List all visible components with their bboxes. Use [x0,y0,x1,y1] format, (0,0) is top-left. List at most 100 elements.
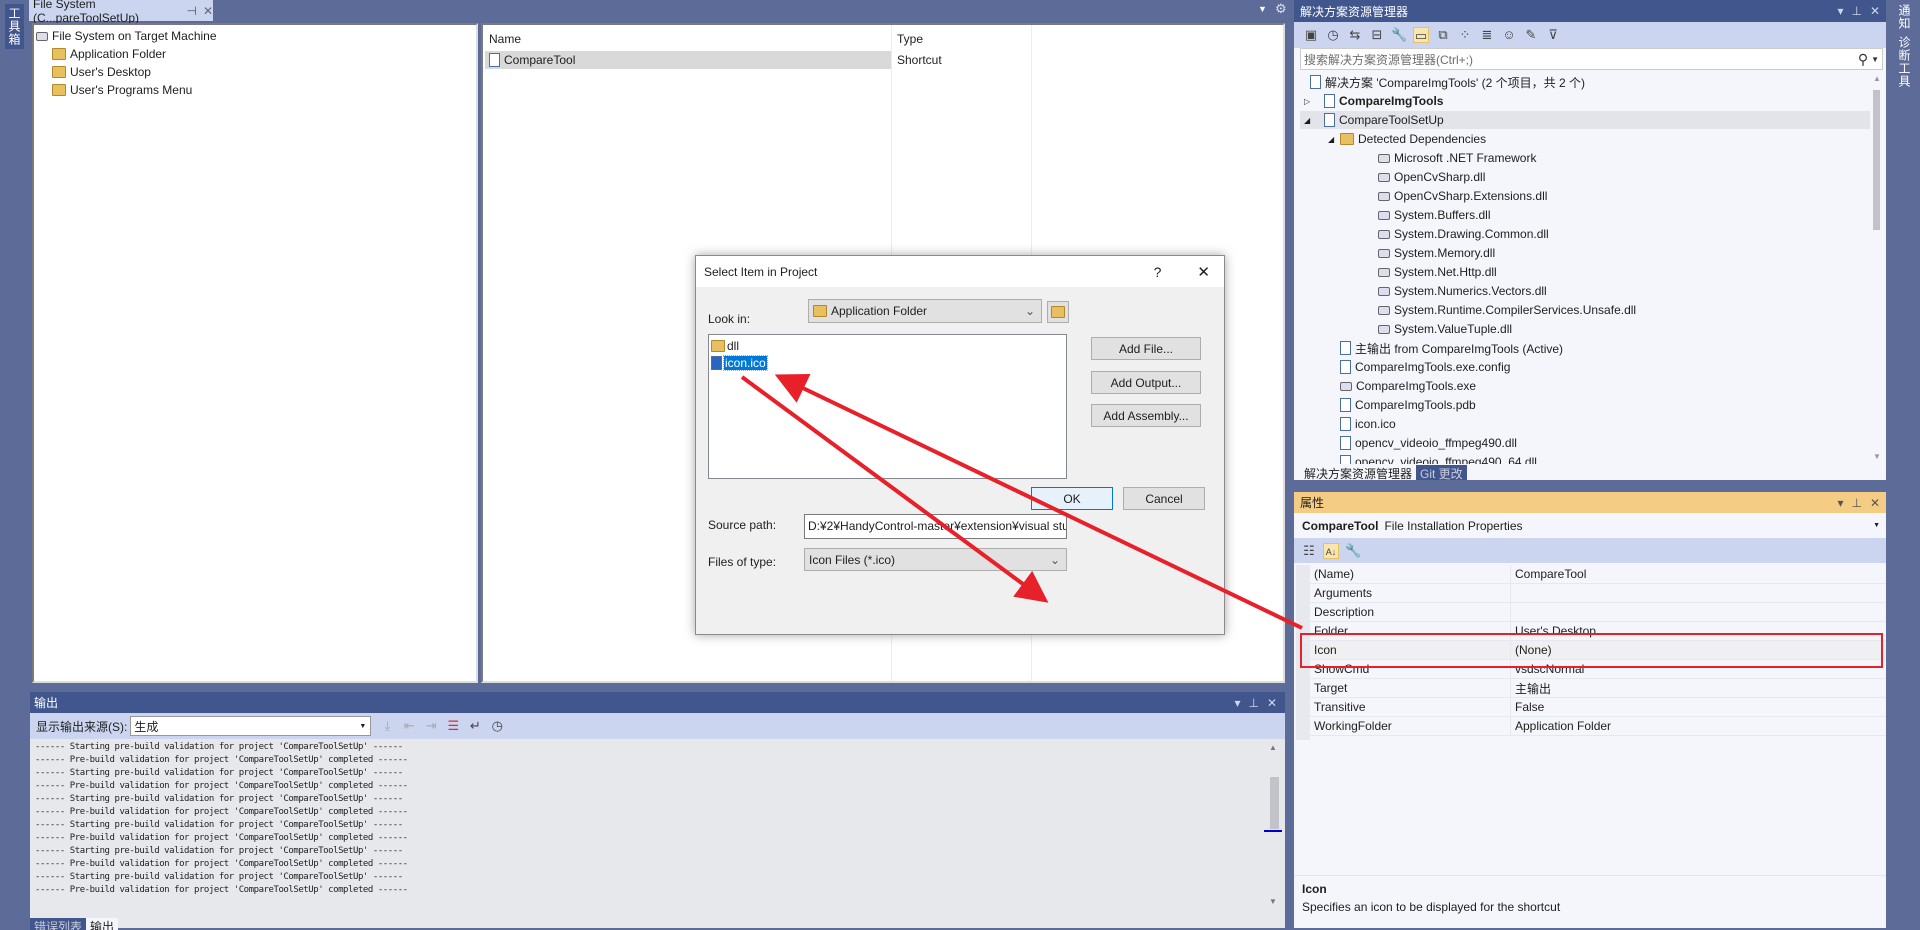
preview-icon[interactable]: ▭ [1413,27,1429,43]
history-icon[interactable]: ◷ [1325,27,1341,43]
categorized-icon[interactable]: ☷ [1301,543,1317,559]
expander-icon[interactable]: ◢ [1328,135,1334,144]
tree-item[interactable]: Application Folder [52,45,166,63]
look-in-select[interactable]: Application Folder ⌄ [808,299,1042,323]
search-icon[interactable]: ⚲ [1858,51,1868,68]
tab-overflow-icon[interactable]: ▼ [1258,4,1267,14]
properties-wrench-icon[interactable]: 🔧 [1391,27,1407,43]
property-row[interactable]: ShowCmd vsdscNormal [1310,660,1886,679]
tree-item[interactable]: ▷ CompareImgTools [1300,92,1870,110]
project-items-list[interactable]: dll icon.ico [708,334,1067,479]
property-value[interactable]: 主输出 [1511,680,1551,697]
tree-item[interactable]: CompareImgTools.pdb [1300,396,1870,414]
expander-icon[interactable]: ◢ [1304,116,1310,125]
tab-file-system[interactable]: File System (C...pareToolSetUp) ⊣ ✕ [29,0,213,25]
close-icon[interactable]: ✕ [203,4,213,18]
next-message-icon[interactable]: ⇥ [423,718,439,734]
previous-message-icon[interactable]: ⇤ [401,718,417,734]
tree-item[interactable]: System.Memory.dll [1300,244,1870,262]
property-row[interactable]: Transitive False [1310,698,1886,717]
pin-icon[interactable]: ⊥ [1248,696,1258,710]
tree-item[interactable]: CompareImgTools.exe.config [1300,358,1870,376]
dropdown-icon[interactable]: ▾ [1837,496,1843,510]
dropdown-icon[interactable]: ▾ [1837,4,1843,18]
add-file-button[interactable]: Add File... [1091,337,1201,360]
column-header-name[interactable]: Name [489,32,521,46]
tree-item[interactable]: ◢ CompareToolSetUp [1300,111,1870,129]
close-button[interactable]: ✕ [1197,263,1210,281]
gear-icon[interactable]: ⚙ [1275,1,1287,17]
files-of-type-select[interactable]: Icon Files (*.ico) ⌄ [804,548,1067,571]
go-to-location-icon[interactable]: ⤓ [379,718,395,734]
close-icon[interactable]: ✕ [1870,496,1880,510]
registry-editor-icon[interactable]: ⁘ [1457,27,1473,43]
tree-item[interactable]: CompareImgTools.exe [1300,377,1870,395]
property-row[interactable]: (Name) CompareTool [1310,565,1886,584]
solution-search-input[interactable]: 搜索解决方案资源管理器(Ctrl+;) ⚲ ▼ [1300,48,1883,70]
launch-conditions-editor-icon[interactable]: ⊽ [1545,27,1561,43]
pin-icon[interactable]: ⊣ [186,4,196,18]
file-system-editor-icon[interactable]: ⧉ [1435,27,1451,43]
property-row[interactable]: WorkingFolder Application Folder [1310,717,1886,736]
dropdown-icon[interactable]: ▾ [1234,696,1240,710]
timestamp-clock-icon[interactable]: ◷ [489,718,505,734]
tree-item[interactable]: Microsoft .NET Framework [1300,149,1870,167]
property-value[interactable]: False [1511,700,1544,714]
property-row[interactable]: Description [1310,603,1886,622]
tree-item[interactable]: System.Runtime.CompilerServices.Unsafe.d… [1300,301,1870,319]
property-value[interactable]: CompareTool [1511,567,1586,581]
ok-button[interactable]: OK [1031,487,1113,510]
pin-icon[interactable]: ⊥ [1851,4,1861,18]
column-header-type[interactable]: Type [897,32,923,46]
property-value[interactable]: User's Desktop [1511,624,1596,638]
tree-item[interactable]: ◢ Detected Dependencies [1300,130,1870,148]
collapse-all-icon[interactable]: ⊟ [1369,27,1385,43]
tree-item[interactable]: OpenCvSharp.Extensions.dll [1300,187,1870,205]
output-source-select[interactable]: 生成 ▼ [130,716,372,736]
tab-error-list[interactable]: 错误列表 [30,918,87,930]
property-row[interactable]: Icon (None) [1310,641,1886,660]
clear-all-icon[interactable]: ☰ [445,718,461,734]
word-wrap-icon[interactable]: ↵ [467,718,483,734]
add-output-button[interactable]: Add Output... [1091,371,1201,394]
file-types-editor-icon[interactable]: ≣ [1479,27,1495,43]
tree-item[interactable]: OpenCvSharp.dll [1300,168,1870,186]
object-selector[interactable]: CompareTool File Installation Properties… [1294,513,1886,538]
up-folder-button[interactable] [1047,301,1069,323]
property-row[interactable]: Target 主输出 [1310,679,1886,698]
source-path-field[interactable]: D:¥2¥HandyControl-master¥extension¥visua… [804,514,1067,539]
tree-item[interactable]: 主输出 from CompareImgTools (Active) [1300,339,1870,357]
tree-item[interactable]: System.Drawing.Common.dll [1300,225,1870,243]
diagnostic-tools-tab[interactable]: 诊断工具 [1896,36,1913,88]
chevron-down-icon[interactable]: ▼ [1873,522,1880,529]
tab-solution-explorer[interactable]: 解决方案资源管理器 [1300,465,1417,481]
alphabetical-sort-icon[interactable]: A↓ [1323,542,1339,559]
list-item[interactable]: dll [711,337,739,355]
list-item[interactable]: icon.ico [711,354,768,372]
tree-item[interactable]: User's Programs Menu [52,81,192,99]
user-interface-editor-icon[interactable]: ☺ [1501,27,1517,43]
output-scrollbar[interactable]: ▲ ▼ [1264,741,1282,911]
property-value[interactable]: Application Folder [1511,719,1611,733]
cancel-button[interactable]: Cancel [1123,487,1205,510]
solution-tree-scrollbar[interactable]: ▲ ▼ [1870,72,1884,464]
property-value[interactable]: (None) [1511,643,1552,657]
close-icon[interactable]: ✕ [1267,696,1277,710]
vs-home-icon[interactable]: ▣ [1303,27,1319,43]
property-row[interactable]: Arguments [1310,584,1886,603]
add-assembly-button[interactable]: Add Assembly... [1091,404,1201,427]
search-options-icon[interactable]: ▼ [1868,55,1882,64]
custom-actions-editor-icon[interactable]: ✎ [1523,27,1539,43]
tree-item[interactable]: System.ValueTuple.dll [1300,320,1870,338]
pin-icon[interactable]: ⊥ [1851,496,1861,510]
tree-item[interactable]: File System on Target Machine [36,27,217,45]
tab-output[interactable]: 输出 [86,918,119,930]
property-pages-wrench-icon[interactable]: 🔧 [1345,543,1361,559]
tree-item[interactable]: System.Buffers.dll [1300,206,1870,224]
tree-item[interactable]: icon.ico [1300,415,1870,433]
tree-item[interactable]: System.Numerics.Vectors.dll [1300,282,1870,300]
list-item[interactable]: CompareTool [485,51,891,69]
tab-git-changes[interactable]: Git 更改 [1416,465,1467,481]
tree-item[interactable]: 解决方案 'CompareImgTools' (2 个项目，共 2 个) [1300,73,1870,91]
tree-item[interactable]: opencv_videoio_ffmpeg490.dll [1300,434,1870,452]
